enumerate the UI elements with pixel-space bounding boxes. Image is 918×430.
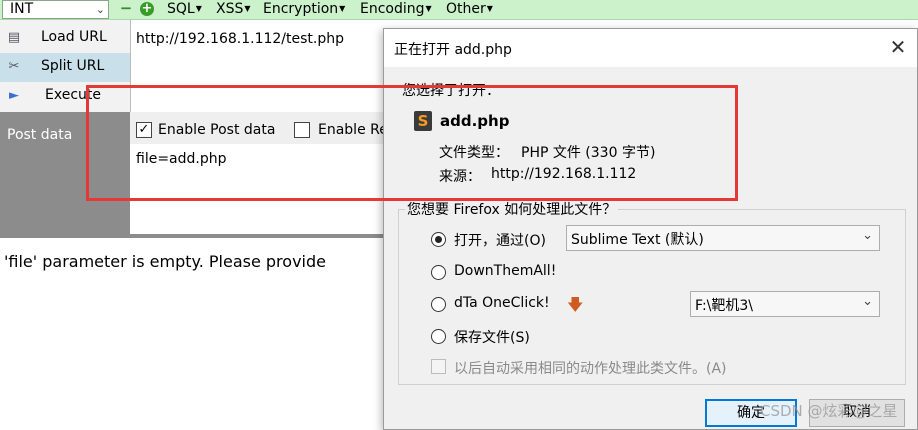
downthemall-radio[interactable] [431,265,446,280]
chevron-down-icon: ⌄ [862,228,873,243]
enable-referrer-label: Enable Re [318,122,388,138]
url-input[interactable]: http://192.168.1.112/test.php [130,20,390,112]
minus-icon[interactable]: − [119,1,133,16]
mode-select-value: INT [10,1,34,17]
enable-post-checkbox[interactable]: ✓ [136,122,152,138]
open-with-app-value: Sublime Text (默认) [571,232,704,248]
enable-referrer-checkbox[interactable] [294,122,310,138]
load-url-button[interactable]: ▤ Load URL [0,24,130,53]
chosen-label: 您选择了打开： [402,83,500,99]
sublime-file-icon: S [414,111,432,131]
file-name: add.php [440,112,510,130]
open-with-label[interactable]: 打开，通过(O) [454,230,546,250]
response-text: 'file' parameter is empty. Please provid… [4,252,326,271]
menu-xss[interactable]: XSS▼ [216,0,251,18]
post-options-row: ✓ Enable Post data Enable Re [130,112,390,144]
downthemall-label[interactable]: DownThemAll! [454,263,556,279]
dialog-title: 正在打开 add.php [394,42,512,58]
dta-oneclick-radio[interactable] [431,297,446,312]
chevron-down-icon: ⌄ [862,294,873,309]
dialog-titlebar: 正在打开 add.php ✕ [384,29,917,67]
handler-question: 您想要 Firefox 如何处理此文件？ [405,199,619,219]
split-url-icon: ✂ [8,59,20,74]
hackbar-toolbar: INT ⌄ − + SQL▼ XSS▼ Encryption▼ Encoding… [0,0,918,20]
split-url-button[interactable]: ✂ Split URL [0,53,130,82]
file-type-value: PHP 文件 (330 字节) [521,145,656,161]
download-arrow-icon: 🡇 [567,295,584,314]
close-icon[interactable]: ✕ [888,35,908,59]
open-with-radio[interactable] [431,232,446,247]
load-url-icon: ▤ [7,30,21,45]
dta-oneclick-label[interactable]: dTa OneClick! [454,295,550,311]
divider [0,234,390,238]
post-data-input[interactable]: file=add.php [130,144,390,234]
download-dialog: 正在打开 add.php ✕ 您选择了打开： S add.php 文件类型： P… [383,28,918,430]
menu-other[interactable]: Other▼ [446,0,493,18]
file-type-label: 文件类型： [439,145,509,161]
source-value: http://192.168.1.112 [491,166,637,182]
dta-path-value: F:\靶机3\ [695,298,754,314]
remember-choice-label: 以后自动采用相同的动作处理此类文件。(A) [454,361,727,377]
watermark: CSDN @炫彩@之星 [760,402,898,420]
chevron-down-icon: ⌄ [95,3,105,16]
menu-sql[interactable]: SQL▼ [167,0,202,18]
enable-post-label: Enable Post data [158,122,276,138]
mode-select[interactable]: INT ⌄ [2,0,109,19]
source-label: 来源： [439,169,481,185]
remember-choice-checkbox[interactable] [431,359,446,374]
menu-encoding[interactable]: Encoding▼ [360,0,432,18]
execute-button[interactable]: ► Execute [0,82,130,111]
execute-icon: ► [9,88,19,103]
post-data-label: Post data [7,127,73,143]
open-with-app-select[interactable]: Sublime Text (默认) ⌄ [566,225,880,251]
menu-encryption[interactable]: Encryption▼ [263,0,345,18]
save-file-label[interactable]: 保存文件(S) [454,327,530,347]
save-file-radio[interactable] [431,329,446,344]
dta-path-select[interactable]: F:\靶机3\ ⌄ [690,291,880,317]
plus-icon[interactable]: + [140,2,154,16]
